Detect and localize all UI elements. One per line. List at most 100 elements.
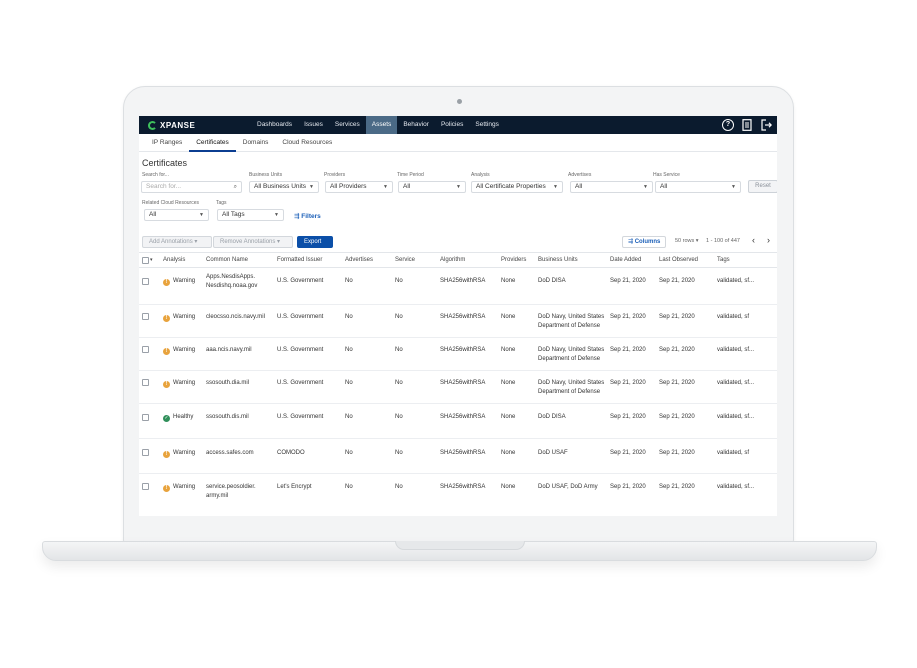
providers-label: Providers [324,172,346,178]
export-button[interactable]: Export ⬆ [297,236,333,255]
common-name-line2[interactable]: army.mil [206,492,228,501]
tab-certificates[interactable]: Certificates [189,134,236,152]
add-annotations-button[interactable]: Add Annotations ▾ [142,236,212,248]
nav-icons: ? [722,119,772,131]
nav-item-settings[interactable]: Settings [469,116,505,134]
col-last-observed[interactable]: Last Observed [659,257,698,263]
tab-ip-ranges[interactable]: IP Ranges [145,134,189,152]
table-row[interactable]: ! Warning access.safes.com COMODO No No S… [139,439,777,474]
issuer-cell: U.S. Government [277,414,324,420]
table-row[interactable]: ! Warning aaa.ncis.navy.mil U.S. Governme… [139,338,777,371]
analysis-select[interactable]: All Certificate Properties ▼ [471,181,563,193]
prev-page-icon[interactable]: ‹ [752,235,755,245]
row-checkbox[interactable] [142,449,149,456]
table-row[interactable]: ! Warning Apps.NesdisApps. Nesdishq.noaa.… [139,268,777,305]
col-algorithm[interactable]: Algorithm [440,257,465,263]
col-business-units[interactable]: Business Units [538,257,578,263]
row-checkbox[interactable] [142,414,149,421]
col-date-added[interactable]: Date Added [610,257,641,263]
service-cell: No [395,414,403,420]
row-checkbox[interactable] [142,313,149,320]
col-providers[interactable]: Providers [501,257,526,263]
time-period-select[interactable]: All ▼ [398,181,466,193]
common-name-line1[interactable]: cleocsso.ncis.navy.mil [206,313,265,322]
col-advertises[interactable]: Advertises [345,257,373,263]
service-cell: No [395,380,403,386]
advertises-cell: No [345,450,353,456]
chevron-down-icon: ▼ [456,184,461,190]
row-checkbox[interactable] [142,346,149,353]
table-row[interactable]: ! Warning cleocsso.ncis.navy.mil U.S. Gov… [139,305,777,338]
date-added-cell: Sep 21, 2020 [610,450,646,456]
providers-select[interactable]: All Providers ▼ [325,181,393,193]
select-all-checkbox[interactable] [142,257,149,264]
col-tags[interactable]: Tags [717,257,730,263]
analysis-text: Warning [173,450,196,456]
common-name-line1[interactable]: service.peosoldier. [206,483,256,492]
tab-cloud-resources[interactable]: Cloud Resources [275,134,339,152]
filters-link[interactable]: ⇶ Filters [294,212,321,220]
rows-per-page-select[interactable]: 50 rows ▾ [675,238,699,244]
xpanse-logo-icon [148,120,157,130]
logout-icon[interactable] [760,119,772,131]
laptop-notch [395,541,525,550]
advertises-label: Advertises [568,172,592,178]
table-row[interactable]: ! Warning service.peosoldier. army.mil Le… [139,474,777,512]
reset-button[interactable]: Reset [748,180,777,193]
nav-item-assets[interactable]: Assets [365,116,398,134]
warning-icon: ! [163,348,170,355]
row-checkbox[interactable] [142,483,149,490]
common-name-line1[interactable]: access.safes.com [206,449,254,458]
nav-item-issues[interactable]: Issues [298,116,329,134]
nav-item-dashboards[interactable]: Dashboards [251,116,298,134]
col-common-name[interactable]: Common Name [206,257,248,263]
document-icon[interactable] [741,119,753,131]
has-service-select[interactable]: All ▼ [655,181,741,193]
chevron-down-icon: ▼ [731,184,736,190]
related-cloud-label: Related Cloud Resources [142,200,199,206]
advertises-cell: No [345,414,353,420]
advertises-select[interactable]: All ▼ [570,181,653,193]
warning-icon: ! [163,381,170,388]
col-service[interactable]: Service [395,257,415,263]
nav-item-services[interactable]: Services [329,116,366,134]
warning-icon: ! [163,451,170,458]
col-analysis[interactable]: Analysis [163,257,185,263]
brand-logo[interactable]: XPANSE [148,120,195,130]
nav-item-policies[interactable]: Policies [435,116,469,134]
tags-select[interactable]: All Tags ▼ [217,209,284,221]
nav-item-behavior[interactable]: Behavior [397,116,435,134]
table-row[interactable]: ! Warning ssosouth.dia.mil U.S. Governmen… [139,371,777,404]
remove-annotations-button[interactable]: Remove Annotations ▾ [213,236,293,248]
advertises-value: All [575,183,583,190]
common-name-line1[interactable]: ssosouth.dis.mil [206,413,249,422]
date-added-cell: Sep 21, 2020 [610,380,646,386]
row-checkbox[interactable] [142,278,149,285]
search-placeholder: Search for... [146,183,182,190]
row-checkbox[interactable] [142,379,149,386]
col-formatted-issuer[interactable]: Formatted Issuer [277,257,322,263]
related-cloud-select[interactable]: All ▼ [144,209,209,221]
next-page-icon[interactable]: › [767,235,770,245]
tab-domains[interactable]: Domains [236,134,276,152]
common-name-line2[interactable]: Nesdishq.noaa.gov [206,282,257,291]
help-icon[interactable]: ? [722,119,734,131]
service-cell: No [395,450,403,456]
issuer-cell: COMODO [277,450,305,456]
business-units-line1: DoD Navy, United States [538,347,605,353]
analysis-cell: ! Warning [163,483,195,492]
analysis-text: Warning [173,347,196,353]
select-all-chevron-icon[interactable]: ▾ [150,257,153,263]
business-units-select[interactable]: All Business Units ▼ [249,181,319,193]
common-name-line1[interactable]: aaa.ncis.navy.mil [206,346,252,355]
tags-cell: validated, sf [717,314,750,320]
algorithm-cell: SHA256withRSA [440,380,486,386]
chevron-down-icon: ▼ [309,184,314,190]
table-row[interactable]: ✓ Healthy ssosouth.dis.mil U.S. Governmen… [139,404,777,439]
advertises-cell: No [345,380,353,386]
columns-button[interactable]: ⇶ Columns [622,236,667,248]
analysis-cell: ! Warning [163,379,195,388]
common-name-line1[interactable]: Apps.NesdisApps. [206,273,255,282]
common-name-line1[interactable]: ssosouth.dia.mil [206,379,249,388]
search-input[interactable]: Search for... ⌕ [141,181,242,193]
